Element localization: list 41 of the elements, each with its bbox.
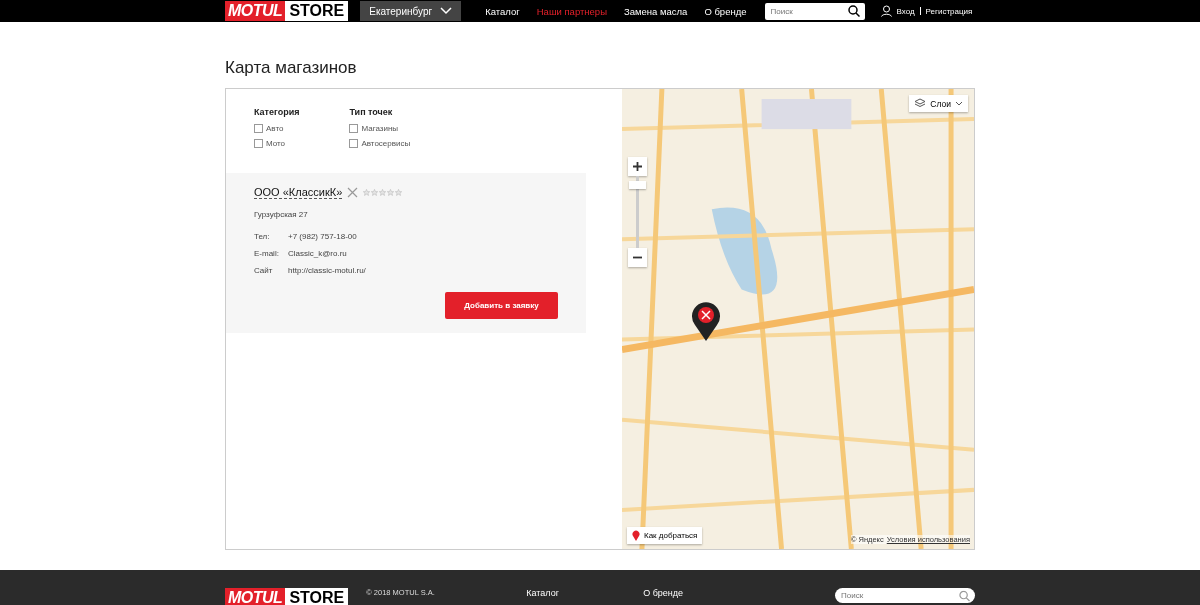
search-icon — [847, 5, 860, 17]
filter-checkbox[interactable]: Мото — [254, 136, 300, 151]
filter-title: Категория — [254, 107, 300, 117]
filter-checkbox[interactable]: Магазины — [349, 121, 411, 136]
nav-link[interactable]: Замена масла — [623, 5, 688, 17]
field-label: E-mail: — [254, 249, 280, 258]
login-link[interactable]: Вход — [896, 6, 915, 16]
nav-link[interactable]: Наши партнеры — [536, 5, 607, 17]
footer-link[interactable]: Каталог — [526, 588, 644, 598]
field-value: +7 (982) 757-18-00 — [288, 232, 357, 241]
map-pin-icon[interactable] — [691, 301, 721, 341]
zoom-in-button[interactable] — [628, 157, 647, 176]
nav-link[interactable]: Каталог — [485, 5, 520, 17]
layers-icon — [914, 98, 927, 109]
add-to-order-button[interactable]: Добавить в заявку — [445, 292, 558, 319]
user-icon — [880, 5, 892, 17]
route-button[interactable]: Как добраться — [627, 527, 703, 544]
filter-checkbox[interactable]: Авто — [254, 121, 300, 136]
zoom-slider-handle[interactable] — [629, 181, 646, 189]
zoom-out-button[interactable] — [628, 248, 647, 267]
search-icon — [959, 590, 970, 601]
nav-link[interactable]: О бренде — [704, 5, 747, 17]
search-field[interactable]: Поиск — [764, 2, 865, 20]
shop-name-link[interactable]: ООО «КлассикК» — [254, 186, 343, 199]
page-title: Карта магазинов — [225, 56, 358, 79]
field-value: http://classic-motul.ru/ — [288, 266, 366, 275]
field-value: Classic_k@ro.ru — [288, 249, 347, 258]
layers-button[interactable]: Слои — [909, 95, 968, 112]
shop-address: Гурзуфская 27 — [254, 210, 309, 219]
register-link[interactable]: Регистрация — [925, 6, 973, 16]
chevron-down-icon — [955, 101, 963, 106]
field-label: Тел: — [254, 232, 271, 241]
plus-icon — [633, 162, 642, 171]
footer-link[interactable]: О бренде — [643, 588, 761, 598]
city-dropdown[interactable]: Екатеринбург — [360, 1, 462, 21]
field-label: Сайт — [254, 266, 274, 275]
search-field[interactable]: Поиск — [835, 588, 975, 603]
chevron-down-icon — [440, 7, 453, 15]
location-pin-icon — [632, 530, 640, 541]
filter-title: Тип точек — [349, 107, 394, 117]
filter-checkbox[interactable]: Автосервисы — [349, 136, 411, 151]
